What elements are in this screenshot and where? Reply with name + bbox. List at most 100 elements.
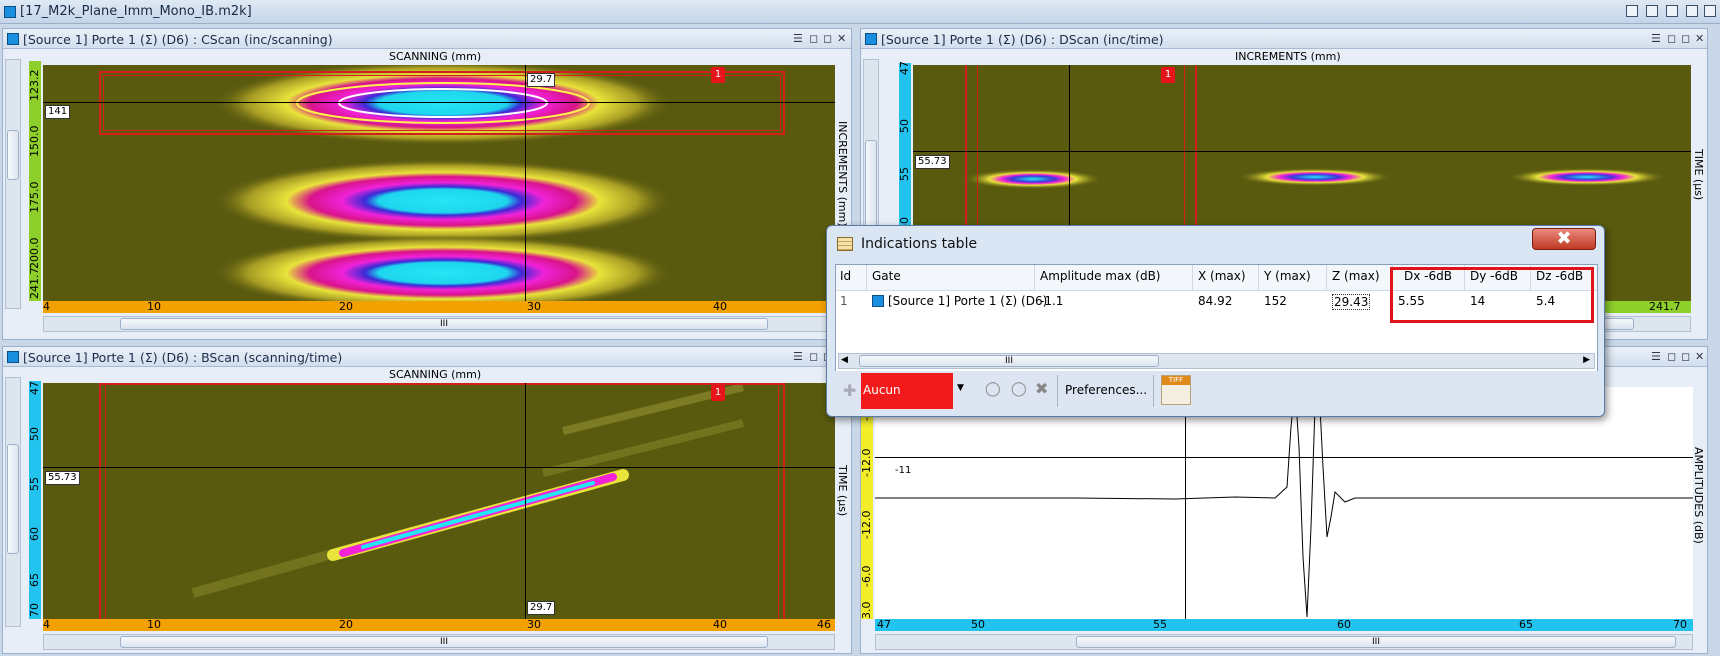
tick: 47 [898, 61, 911, 75]
close-panel-icon[interactable]: ✕ [1695, 350, 1704, 363]
bscan-image[interactable]: 1 55.73 29.7 [43, 383, 835, 619]
bscan-cursor-h[interactable] [43, 467, 835, 468]
tick: 60 [28, 527, 41, 541]
view-icon [7, 33, 19, 45]
col-header-x[interactable]: X (max) [1198, 269, 1246, 283]
ascan-hscroll-thumb[interactable]: III [1076, 636, 1676, 648]
bscan-header: [Source 1] Porte 1 (Σ) (D6) : BScan (sca… [3, 347, 851, 367]
cscan-top-axis-label: SCANNING (mm) [389, 50, 482, 63]
dscan-cursor-h[interactable] [913, 151, 1691, 152]
bscan-gate-badge[interactable]: 1 [711, 385, 725, 401]
edit-icon[interactable]: ◯ [985, 381, 1001, 397]
bscan-cursor-y-label: 55.73 [45, 471, 80, 485]
add-icon[interactable]: ✚ [843, 381, 856, 400]
cscan-vscroll-thumb[interactable] [7, 130, 19, 180]
cscan-bottom-ruler: 4 10 20 30 40 [43, 300, 835, 313]
layers-icon[interactable]: ☰ [1651, 350, 1661, 363]
stack-icon[interactable] [1686, 5, 1698, 17]
cscan-hscroll[interactable]: III [43, 316, 835, 332]
col-sep [1192, 265, 1193, 291]
tick: -12.0 [860, 448, 873, 477]
tick: 10 [147, 618, 161, 631]
ascan-hscroll[interactable]: III [875, 634, 1693, 650]
ascan-level-label: -11 [895, 465, 912, 476]
tick: 4 [43, 618, 50, 631]
tick: 50 [971, 618, 985, 631]
cscan-cursor-h[interactable] [43, 102, 835, 103]
col-header-amplitude[interactable]: Amplitude max (dB) [1040, 269, 1160, 283]
ascan-left-ruler: -6.0 -12.0 -12.0 -6.0 3.0 [861, 387, 873, 619]
delete-all-icon[interactable]: ✖ [1035, 379, 1048, 398]
col-header-y[interactable]: Y (max) [1264, 269, 1311, 283]
tick: 4 [43, 300, 50, 313]
bscan-top-axis-label: SCANNING (mm) [389, 368, 482, 381]
scroll-right-icon[interactable]: ▶ [1583, 355, 1590, 365]
cscan-gate-badge[interactable]: 1 [711, 67, 725, 83]
col-header-gate[interactable]: Gate [872, 269, 901, 283]
layers-icon[interactable]: ☰ [793, 32, 803, 45]
cscan-left-ruler: 123.2 150.0 175.0 200.0 241.7 [28, 61, 41, 301]
float-icon[interactable]: ◻ [1667, 350, 1676, 363]
new-window-icon[interactable] [1646, 5, 1658, 17]
bscan-hscroll[interactable]: III [43, 634, 835, 650]
tick: 55 [28, 477, 41, 491]
col-header-id[interactable]: Id [840, 269, 851, 283]
dscan-left-ruler: 47 50 55 60 [898, 61, 911, 243]
tick: 55 [1153, 618, 1167, 631]
bscan-vscroll-thumb[interactable] [7, 444, 19, 554]
table-hscroll[interactable]: ◀ III ▶ [838, 353, 1595, 369]
view-icon [7, 351, 19, 363]
dscan-cursor-y-label: 55.73 [915, 155, 950, 169]
tick: -6.0 [860, 565, 873, 587]
layers-icon[interactable]: ☰ [793, 350, 803, 363]
scroll-left-icon[interactable]: ◀ [841, 355, 848, 365]
cscan-cursor-v[interactable] [525, 65, 526, 301]
window-title: [17_M2k_Plane_Imm_Mono_IB.m2k] [20, 4, 252, 19]
ascan-plot[interactable]: -11 [875, 387, 1693, 619]
bscan-gate-inner [105, 383, 779, 619]
close-panel-icon[interactable]: ✕ [837, 32, 846, 45]
tick: 40 [713, 300, 727, 313]
layout-icon[interactable] [1666, 5, 1678, 17]
tick: 65 [1519, 618, 1533, 631]
dscan-gate-badge[interactable]: 1 [1161, 67, 1175, 83]
restore-icon[interactable]: ◻ [1681, 350, 1690, 363]
ascan-cursor-h[interactable] [875, 457, 1693, 458]
bscan-cursor-v[interactable] [525, 383, 526, 619]
col-sep [866, 265, 867, 291]
tile-icon[interactable] [1626, 5, 1638, 17]
tiff-label: TIFF [1162, 376, 1190, 385]
dscan-title: [Source 1] Porte 1 (Σ) (D6) : DScan (inc… [881, 32, 1164, 47]
cscan-cursor-x-label: 29.7 [527, 73, 556, 87]
restore-icon[interactable]: ◻ [1681, 32, 1690, 45]
float-icon[interactable]: ◻ [809, 350, 818, 363]
close-button[interactable]: ✖ [1532, 228, 1596, 250]
tick: 3.0 [860, 601, 873, 620]
cscan-hscroll-thumb[interactable]: III [120, 318, 768, 330]
col-sep [1258, 265, 1259, 291]
cscan-vscroll[interactable] [5, 59, 21, 309]
gate-combo[interactable]: Aucun [861, 373, 953, 409]
col-header-z[interactable]: Z (max) [1332, 269, 1380, 283]
close-window-icon[interactable] [1704, 5, 1716, 17]
bscan-vscroll[interactable] [5, 377, 21, 627]
tiff-export-button[interactable]: TIFF [1161, 375, 1191, 405]
ascan-cursor-v[interactable] [1185, 387, 1186, 619]
close-panel-icon[interactable]: ✕ [1695, 32, 1704, 45]
cscan-image[interactable]: 1 29.7 141 [43, 65, 835, 301]
delete-one-icon[interactable]: ◯ [1011, 381, 1027, 397]
layers-icon[interactable]: ☰ [1651, 32, 1661, 45]
table-hscroll-thumb[interactable]: III [859, 355, 1159, 367]
tick: 200.0 [28, 237, 41, 270]
float-icon[interactable]: ◻ [809, 32, 818, 45]
combo-dropdown-icon[interactable]: ▼ [957, 383, 964, 393]
restore-icon[interactable]: ◻ [823, 32, 832, 45]
ascan-waveform [875, 387, 1693, 618]
tick: 65 [28, 573, 41, 587]
bscan-hscroll-thumb[interactable]: III [120, 636, 768, 648]
float-icon[interactable]: ◻ [1667, 32, 1676, 45]
preferences-button[interactable]: Preferences... [1065, 383, 1147, 397]
tick: 70 [1673, 618, 1687, 631]
indications-table: Id Gate Amplitude max (dB) X (max) Y (ma… [835, 264, 1598, 374]
row-z: 29.43 [1332, 294, 1371, 310]
